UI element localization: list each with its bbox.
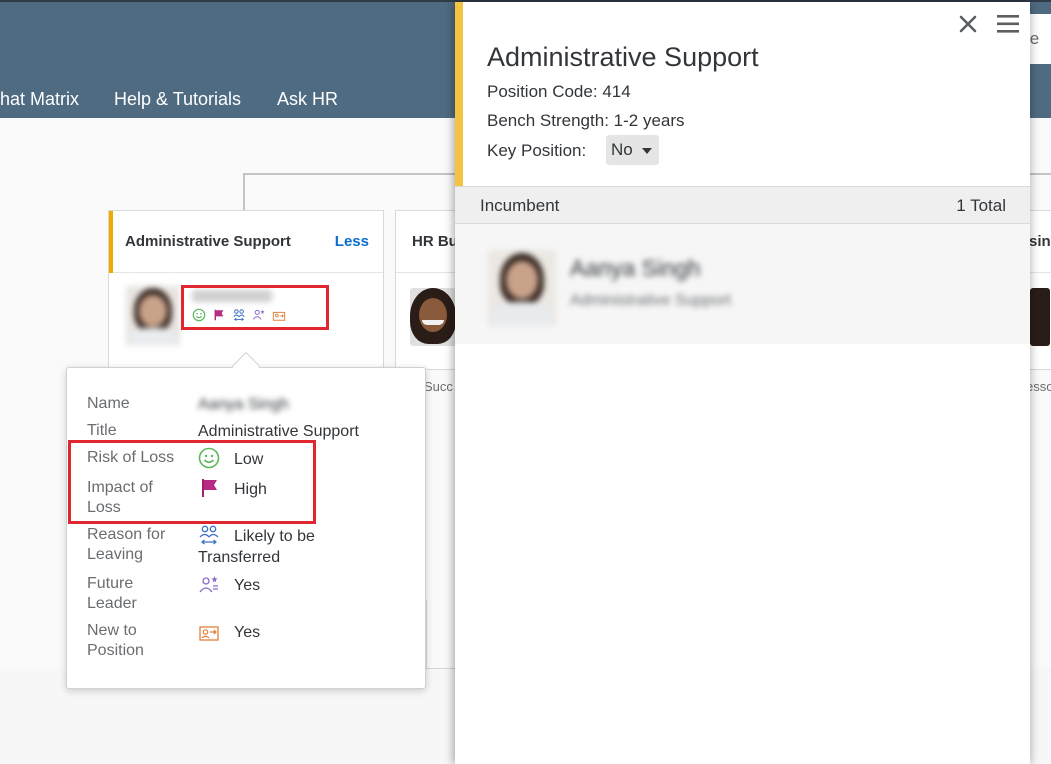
card-title: sin — [1029, 233, 1051, 250]
popover-label-name: Name — [87, 395, 130, 412]
new-position-icon — [199, 626, 219, 641]
section-title: Incumbent — [480, 196, 560, 215]
key-position-value: No — [611, 140, 633, 159]
position-code-label: Position Code: — [487, 82, 598, 101]
card-title: Administrative Support — [125, 233, 291, 250]
card-header: Administrative Support Less — [109, 211, 383, 273]
close-icon[interactable] — [956, 12, 980, 36]
position-code-row: Position Code: 414 — [487, 82, 631, 102]
highlight-box-indicators — [181, 285, 329, 330]
popover-value-new-to-position: Yes — [234, 624, 261, 641]
avatar[interactable] — [410, 288, 456, 346]
future-leader-icon — [199, 576, 218, 593]
panel-title: Administrative Support — [487, 42, 759, 72]
incumbent-name[interactable]: Aanya Singh — [570, 255, 700, 282]
incumbent-section-header: Incumbent 1 Total — [455, 186, 1030, 224]
popover-value-name: Aanya Singh — [198, 396, 289, 413]
connector-line — [243, 173, 245, 211]
highlight-box-risk-impact — [68, 440, 316, 524]
panel-accent — [455, 2, 463, 186]
nav-ask-hr[interactable]: Ask HR — [277, 88, 338, 110]
popover-label-new-to-position: New to Position — [87, 622, 144, 659]
card-title: HR Bu — [412, 233, 458, 250]
incumbent-title: Administrative Support — [570, 292, 731, 309]
bench-strength-value: 1-2 years — [613, 111, 685, 130]
key-position-label: Key Position: — [487, 141, 587, 160]
connector-line — [243, 173, 473, 175]
divider — [426, 600, 427, 670]
nav-help-tutorials[interactable]: Help & Tutorials — [114, 88, 241, 110]
avatar[interactable] — [488, 250, 556, 326]
popover-label-future-leader: Future Leader — [87, 575, 137, 612]
card-footer-text: Succ — [424, 379, 453, 394]
chevron-down-icon — [642, 148, 652, 154]
key-position-select[interactable]: No — [606, 135, 659, 165]
position-details-panel: Administrative Support Position Code: 41… — [455, 2, 1030, 764]
bench-strength-label: Bench Strength: — [487, 111, 609, 130]
connector-line — [1030, 173, 1051, 175]
card-accent — [109, 211, 113, 273]
divider — [426, 668, 456, 669]
popover-label-title: Title — [87, 422, 117, 439]
popover-label-reason: Reason for Leaving — [87, 526, 166, 563]
nav-succession-matrix[interactable]: hat Matrix — [0, 88, 79, 110]
less-toggle-link[interactable]: Less — [335, 233, 369, 250]
popover-value-future-leader: Yes — [234, 577, 261, 594]
popover-value-reason: Likely to be Transferred — [198, 528, 315, 566]
menu-icon[interactable] — [996, 14, 1020, 34]
bench-strength-row: Bench Strength: 1-2 years — [487, 111, 685, 131]
position-code-value: 414 — [602, 82, 631, 101]
avatar[interactable] — [1030, 288, 1050, 346]
section-count: 1 Total — [956, 196, 1006, 215]
popover-value-title: Administrative Support — [198, 423, 359, 440]
avatar[interactable] — [126, 286, 180, 346]
